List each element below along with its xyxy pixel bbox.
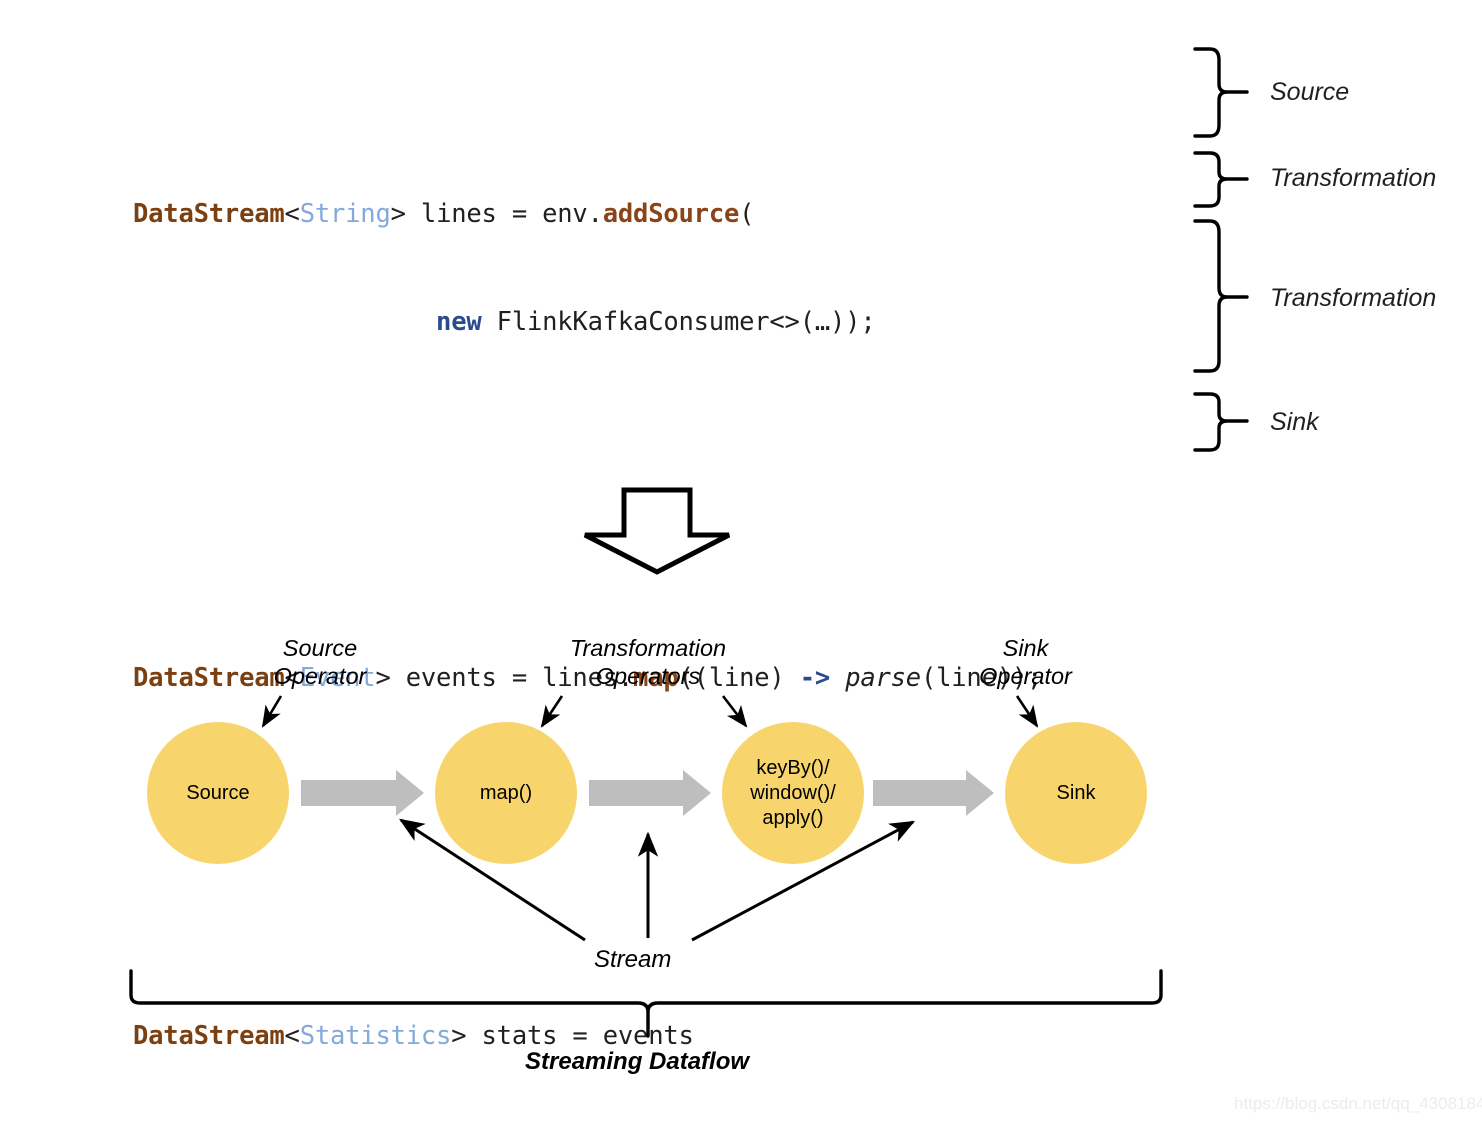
code-line: new FlinkKafkaConsumer<>(…));: [133, 304, 1173, 340]
node-sink-label: Sink: [1056, 781, 1096, 804]
node-source[interactable]: Source: [147, 722, 289, 864]
operator-label-transformation: Transformation Operators: [569, 635, 727, 689]
node-map-label: map(): [479, 781, 533, 804]
node-keyby-window-apply[interactable]: keyBy()/ window()/ apply(): [722, 722, 864, 864]
code-token: ->: [799, 663, 831, 693]
code-token: > lines = env.: [390, 199, 603, 229]
code-token: <: [284, 199, 300, 229]
code-line: DataStream<String> lines = env.addSource…: [133, 196, 1173, 232]
brace-sink: [1193, 392, 1249, 452]
operator-label-source: Source Operator: [273, 635, 367, 689]
watermark: https://blog.csdn.net/qq_43081842: [1234, 1094, 1482, 1113]
code-token: DataStream: [133, 1021, 285, 1051]
code-token: parse: [845, 663, 921, 693]
diagram-canvas: DataStream<String> lines = env.addSource…: [0, 0, 1482, 1122]
node-keyby-window-apply-label: keyBy()/ window()/ apply(): [750, 756, 836, 829]
code-gap: [133, 484, 1173, 516]
code-token: DataStream: [133, 199, 285, 229]
stream-label: Stream: [594, 946, 672, 973]
brace-transformation-1: [1193, 151, 1249, 208]
brace-transformation-2: [1193, 219, 1249, 373]
code-token: addSource: [602, 199, 740, 229]
code-block-source: DataStream<String> lines = env.addSource…: [133, 124, 1173, 412]
operator-label-sink: Sink Operator: [979, 635, 1072, 689]
brace-label-transformation-2: Transformation: [1270, 284, 1437, 312]
node-source-label: Source: [186, 781, 250, 804]
brace-label-sink: Sink: [1270, 408, 1319, 436]
code-token: (: [739, 199, 755, 229]
code-token: String: [299, 199, 391, 229]
code-gap: [133, 840, 1173, 874]
brace-source: [1193, 47, 1249, 138]
code-token: new: [436, 307, 482, 337]
streaming-dataflow-label: Streaming Dataflow: [525, 1048, 750, 1075]
brace-label-source: Source: [1270, 78, 1350, 106]
code-token: Statistics: [299, 1021, 452, 1051]
brace-label-transformation-1: Transformation: [1270, 164, 1437, 192]
node-map[interactable]: map(): [435, 722, 577, 864]
code-token: > stats = events: [451, 1021, 694, 1051]
code-token: FlinkKafkaConsumer<>(…));: [481, 307, 876, 337]
node-sink[interactable]: Sink: [1005, 722, 1147, 864]
code-token: <: [284, 1021, 300, 1051]
